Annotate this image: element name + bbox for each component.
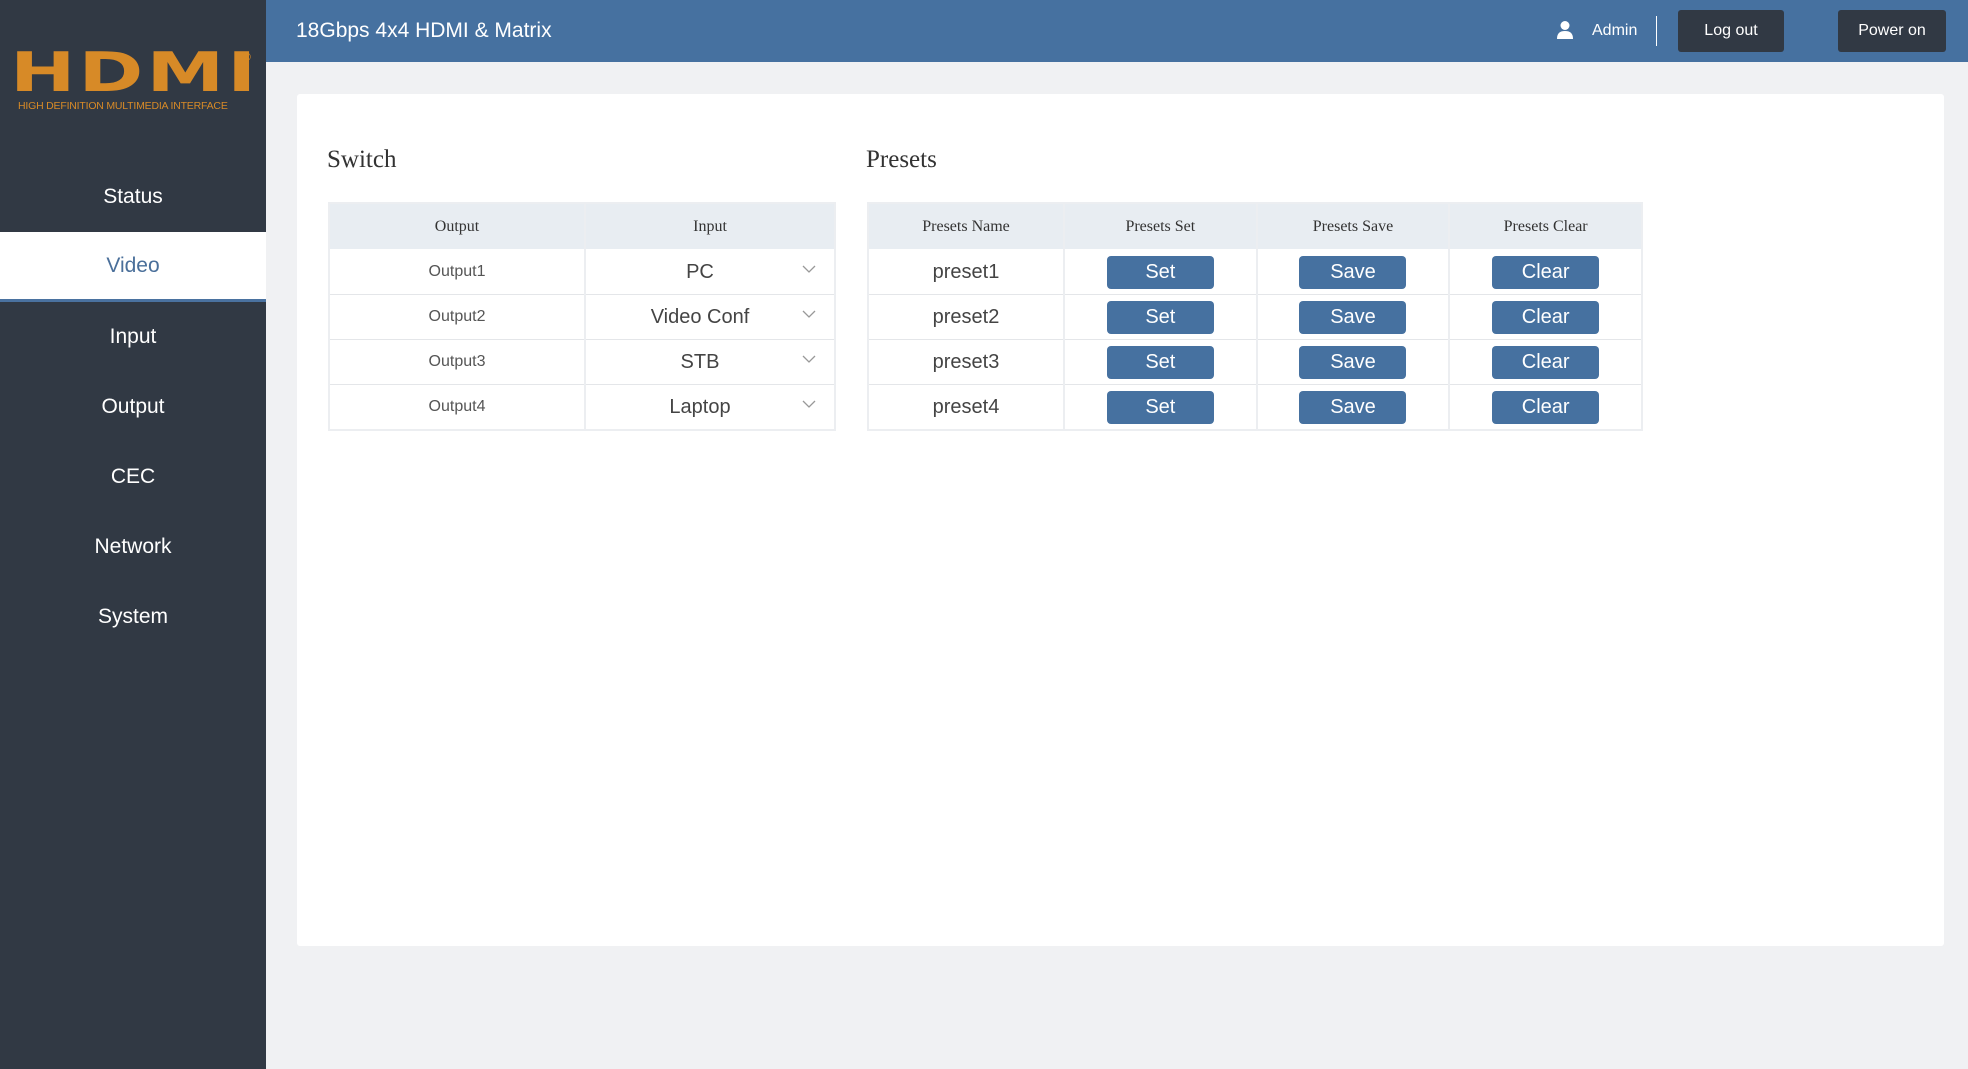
chevron-down-icon: [802, 310, 816, 318]
sidebar-nav: Status Video Input Output CEC Network Sy…: [0, 162, 266, 652]
input-select-value: STB: [680, 350, 720, 373]
table-row: preset1 Set Save Clear: [867, 249, 1642, 295]
user-icon: [1557, 21, 1573, 39]
table-row: preset2 Set Save Clear: [867, 294, 1642, 340]
preset-save-button[interactable]: Save: [1299, 391, 1407, 424]
header-divider: [1656, 16, 1657, 46]
switch-table: Output Input Output1 PC Output2 Video Co…: [328, 202, 836, 431]
hdmi-logo: HDMI ® HIGH DEFINITION MULTIMEDIA INTERF…: [10, 46, 256, 116]
preset-name: preset3: [867, 339, 1064, 385]
top-header: 18Gbps 4x4 HDMI & Matrix Admin Log out P…: [266, 0, 1968, 62]
preset-clear-button[interactable]: Clear: [1492, 301, 1600, 334]
switch-title: Switch: [327, 146, 397, 173]
preset-set-button[interactable]: Set: [1106, 391, 1214, 424]
table-row: Output4 Laptop: [328, 384, 835, 430]
table-row: Output2 Video Conf: [328, 294, 835, 340]
preset-save-button[interactable]: Save: [1299, 256, 1407, 289]
input-select-value: Laptop: [669, 395, 731, 418]
column-header-input: Input: [584, 202, 836, 250]
output-label: Output1: [328, 249, 585, 295]
table-row: preset4 Set Save Clear: [867, 384, 1642, 430]
sidebar-item-video[interactable]: Video: [0, 232, 266, 302]
sidebar-item-output[interactable]: Output: [0, 372, 266, 442]
preset-clear-button[interactable]: Clear: [1492, 391, 1600, 424]
input-select[interactable]: Laptop: [584, 384, 835, 430]
chevron-down-icon: [802, 400, 816, 408]
chevron-down-icon: [802, 355, 816, 363]
preset-save-button[interactable]: Save: [1299, 301, 1407, 334]
table-row: preset3 Set Save Clear: [867, 339, 1642, 385]
preset-set-button[interactable]: Set: [1106, 346, 1214, 379]
output-label: Output3: [328, 339, 585, 385]
preset-name: preset1: [867, 249, 1064, 295]
input-select-value: Video Conf: [650, 305, 750, 328]
preset-save-button[interactable]: Save: [1299, 346, 1407, 379]
presets-title: Presets: [866, 146, 937, 173]
sidebar-item-status[interactable]: Status: [0, 162, 266, 232]
column-header-output: Output: [328, 202, 586, 250]
column-header-presets-clear: Presets Clear: [1448, 202, 1643, 250]
sidebar: HDMI ® HIGH DEFINITION MULTIMEDIA INTERF…: [0, 0, 266, 1069]
app-title: 18Gbps 4x4 HDMI & Matrix: [296, 19, 552, 42]
input-select[interactable]: Video Conf: [584, 294, 835, 340]
sidebar-item-network[interactable]: Network: [0, 512, 266, 582]
sidebar-item-cec[interactable]: CEC: [0, 442, 266, 512]
column-header-presets-name: Presets Name: [867, 202, 1065, 250]
table-row: Output1 PC: [328, 249, 835, 295]
preset-set-button[interactable]: Set: [1106, 256, 1214, 289]
preset-name: preset4: [867, 384, 1064, 430]
chevron-down-icon: [802, 265, 816, 273]
input-select-value: PC: [686, 260, 714, 283]
logo-word: HDMI: [10, 41, 260, 104]
logo-subtitle: HIGH DEFINITION MULTIMEDIA INTERFACE: [18, 100, 228, 112]
column-header-presets-set: Presets Set: [1063, 202, 1258, 250]
column-header-presets-save: Presets Save: [1255, 202, 1450, 250]
input-select[interactable]: STB: [584, 339, 835, 385]
sidebar-item-system[interactable]: System: [0, 582, 266, 652]
power-on-button[interactable]: Power on: [1838, 10, 1946, 52]
preset-name: preset2: [867, 294, 1064, 340]
user-name: Admin: [1592, 22, 1638, 39]
output-label: Output4: [328, 384, 585, 430]
preset-clear-button[interactable]: Clear: [1492, 346, 1600, 379]
table-row: Output3 STB: [328, 339, 835, 385]
preset-set-button[interactable]: Set: [1106, 301, 1214, 334]
logout-button[interactable]: Log out: [1678, 10, 1784, 52]
sidebar-item-input[interactable]: Input: [0, 302, 266, 372]
logo-registered-mark: ®: [242, 50, 251, 64]
content-card: Switch Presets Output Input Output1 PC O…: [297, 94, 1944, 946]
input-select[interactable]: PC: [584, 249, 835, 295]
output-label: Output2: [328, 294, 585, 340]
preset-clear-button[interactable]: Clear: [1492, 256, 1600, 289]
presets-table: Presets Name Presets Set Presets Save Pr…: [867, 202, 1643, 431]
